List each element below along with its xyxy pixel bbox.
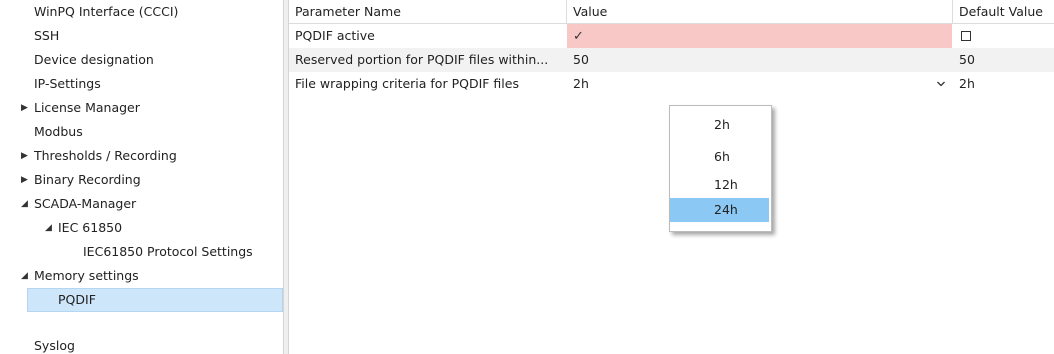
table-row[interactable]: PQDIF active ✓ <box>289 24 1054 48</box>
tree-item-scada-manager[interactable]: ◢ SCADA-Manager <box>0 192 283 216</box>
column-header-value[interactable]: Value <box>567 0 952 24</box>
tree-item-label: License Manager <box>34 100 140 115</box>
tree-item-device-designation[interactable]: Device designation <box>0 48 283 72</box>
tree-item-syslog[interactable]: Syslog <box>0 334 283 354</box>
default-value-cell: 50 <box>959 52 975 67</box>
tree-item-memory-settings[interactable]: ◢ Memory settings <box>0 264 283 288</box>
tree-item-label: IEC 61850 <box>58 220 123 235</box>
table-row[interactable]: Reserved portion for PQDIF files within.… <box>289 48 1054 72</box>
tree-item-label: Thresholds / Recording <box>34 148 177 163</box>
tree-item-pqdif[interactable]: PQDIF <box>0 288 283 312</box>
collapse-arrow-icon[interactable]: ◢ <box>21 264 28 288</box>
tree-item-iec61850-protocol-settings[interactable]: IEC61850 Protocol Settings <box>0 240 283 264</box>
tree-item-label: IEC61850 Protocol Settings <box>83 244 253 259</box>
parameter-name-cell: Reserved portion for PQDIF files within.… <box>295 52 549 67</box>
value-cell[interactable]: 50 <box>567 48 952 72</box>
tree-item-label: WinPQ Interface (CCCI) <box>34 4 179 19</box>
collapse-arrow-icon[interactable]: ◢ <box>45 216 52 240</box>
tree-item-label: Binary Recording <box>34 172 141 187</box>
dropdown-option[interactable]: 12h <box>670 173 769 197</box>
tree-item-label: Device designation <box>34 52 154 67</box>
expand-arrow-icon[interactable]: ▶ <box>21 168 28 192</box>
default-value-cell: 2h <box>959 76 975 91</box>
dropdown-option[interactable]: 6h <box>670 145 769 169</box>
tree-item-label: PQDIF <box>58 292 96 307</box>
checkmark-icon: ✓ <box>573 29 584 44</box>
column-header-default-value[interactable]: Default Value <box>953 0 1054 24</box>
dropdown-list: 2h 6h 12h 24h <box>669 105 772 232</box>
tree-item-label: Memory settings <box>34 268 139 283</box>
dropdown-option[interactable]: 2h <box>670 113 769 137</box>
combobox-value: 2h <box>573 76 589 91</box>
tree-item-label: Syslog <box>34 338 75 353</box>
parameter-name-cell: File wrapping criteria for PQDIF files <box>295 76 519 91</box>
parameter-name-cell: PQDIF active <box>295 28 375 43</box>
expand-arrow-icon[interactable]: ▶ <box>21 144 28 168</box>
expand-arrow-icon[interactable]: ▶ <box>21 96 28 120</box>
tree-item-label: IP-Settings <box>34 76 101 91</box>
tree-item-binary-recording[interactable]: ▶ Binary Recording <box>0 168 283 192</box>
column-header-parameter-name[interactable]: Parameter Name <box>289 0 566 24</box>
tree-item-label: SSH <box>34 28 60 43</box>
dropdown-option-highlighted[interactable]: 24h <box>670 198 769 222</box>
tree-item-ssh[interactable]: SSH <box>0 24 283 48</box>
tree-item-ip-settings[interactable]: IP-Settings <box>0 72 283 96</box>
chevron-down-icon[interactable] <box>937 80 945 88</box>
value-cell-checkbox[interactable]: ✓ <box>567 24 952 48</box>
collapse-arrow-icon[interactable]: ◢ <box>21 192 28 216</box>
tree-item-label: Modbus <box>34 124 83 139</box>
tree-item-license-manager[interactable]: ▶ License Manager <box>0 96 283 120</box>
empty-checkbox-icon <box>961 31 971 41</box>
tree-item-winpq-interface[interactable]: WinPQ Interface (CCCI) <box>0 0 283 24</box>
table-row[interactable]: File wrapping criteria for PQDIF files 2… <box>289 72 1054 96</box>
value-combobox[interactable]: 2h <box>567 72 952 96</box>
default-value-cell <box>953 24 1054 48</box>
tree-item-iec-61850[interactable]: ◢ IEC 61850 <box>0 216 283 240</box>
tree-item-modbus[interactable]: Modbus <box>0 120 283 144</box>
tree-item-thresholds-recording[interactable]: ▶ Thresholds / Recording <box>0 144 283 168</box>
tree-item-label: SCADA-Manager <box>34 196 137 211</box>
settings-tree: WinPQ Interface (CCCI) SSH Device design… <box>0 0 283 354</box>
